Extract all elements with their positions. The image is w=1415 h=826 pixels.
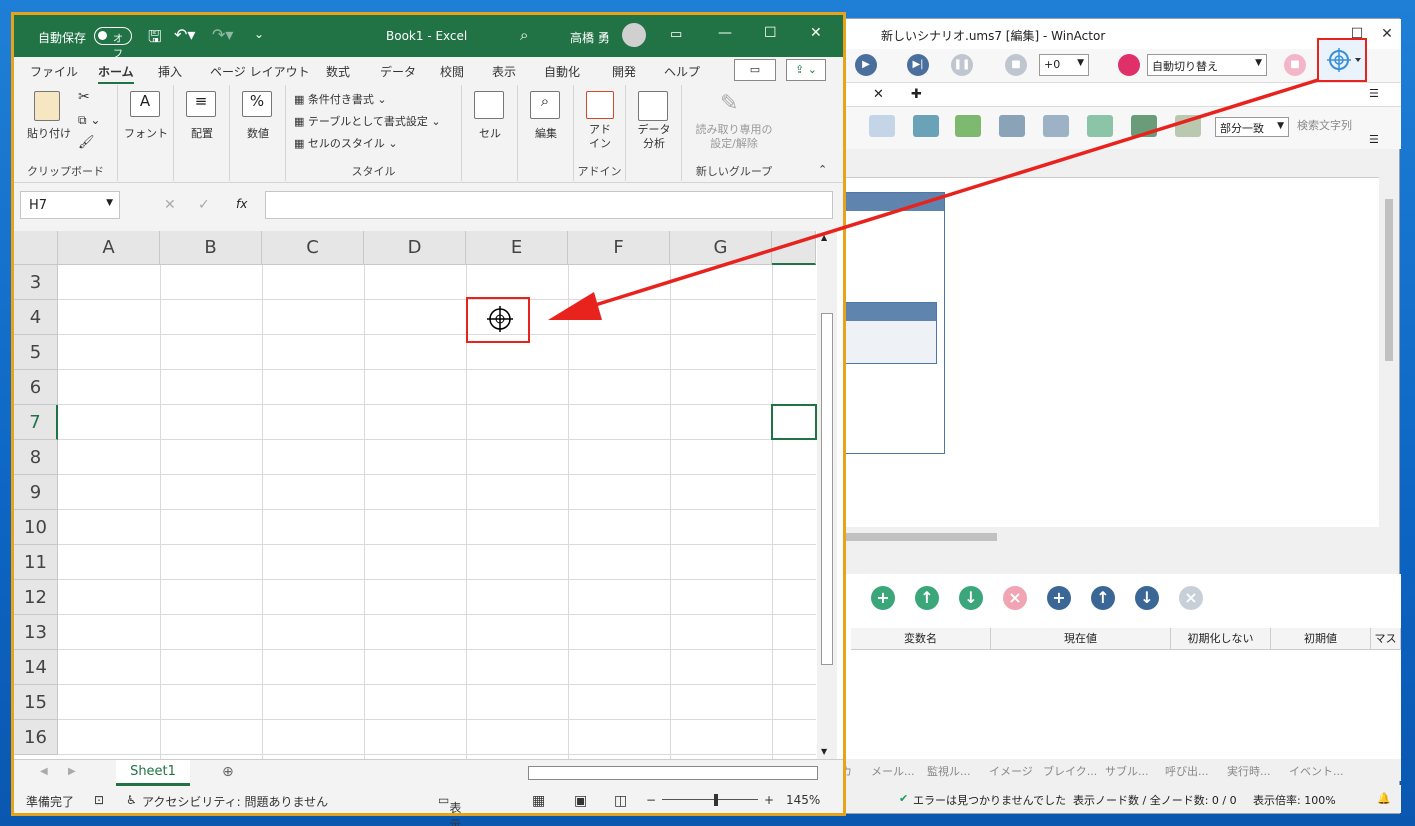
annotation-arrow xyxy=(548,78,1319,320)
arrow-head-icon xyxy=(548,292,602,320)
